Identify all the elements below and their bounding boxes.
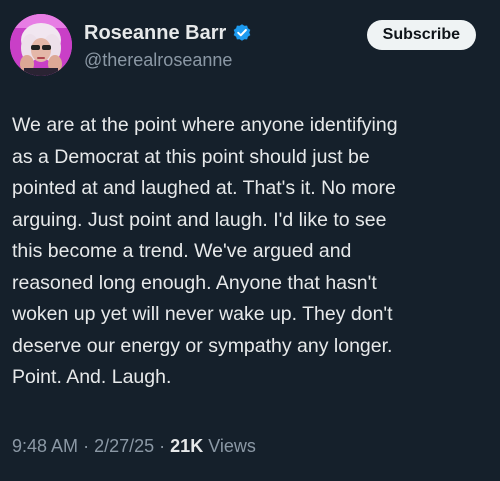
views-label: Views	[208, 436, 256, 456]
post-text: We are at the point where anyone identif…	[12, 114, 398, 388]
author-info: Roseanne Barr @therealroseanne	[84, 20, 252, 71]
display-name[interactable]: Roseanne Barr	[84, 22, 226, 45]
post-time[interactable]: 9:48 AM	[12, 436, 78, 456]
post-card: Roseanne Barr @therealroseanne Subscribe…	[0, 0, 500, 481]
avatar[interactable]	[10, 14, 72, 76]
post-header: Roseanne Barr @therealroseanne Subscribe	[8, 12, 492, 76]
verified-badge-icon	[232, 23, 252, 43]
subscribe-button[interactable]: Subscribe	[366, 20, 476, 50]
post-date[interactable]: 2/27/25	[94, 436, 154, 456]
meta-separator: ·	[83, 436, 90, 456]
views-count[interactable]: 21K	[170, 436, 203, 456]
meta-separator: ·	[159, 436, 166, 456]
post-metadata: 9:48 AM · 2/27/25 · 21K Views	[12, 436, 256, 457]
author-handle[interactable]: @therealroseanne	[84, 50, 252, 71]
display-name-row: Roseanne Barr	[84, 20, 252, 46]
